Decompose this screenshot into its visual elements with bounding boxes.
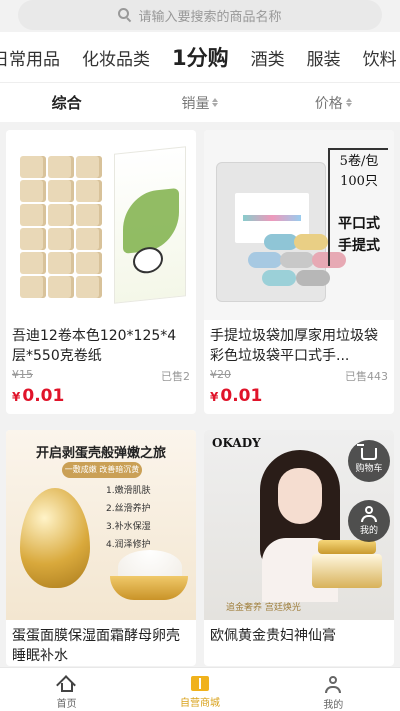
- image-slogan: 追金奢养 宫廷焕光: [226, 603, 301, 613]
- toilet-paper-image: [6, 130, 196, 320]
- search-placeholder: 请输入要搜索的商品名称: [138, 9, 282, 25]
- profile-icon: [324, 676, 342, 693]
- sort-default-label: 综合: [51, 94, 82, 112]
- tab-home-label: 首页: [56, 699, 77, 710]
- search-icon: [118, 8, 132, 23]
- tab-me[interactable]: 我的: [267, 668, 400, 711]
- tab-drinks[interactable]: 饮料: [363, 45, 397, 70]
- tab-cosmetics[interactable]: 化妆品类: [82, 45, 150, 70]
- product-grid: 吾迪12卷本色120*125*4层*550克卷纸 ¥15 已售2 ¥0.01 5…: [0, 122, 400, 667]
- tab-store[interactable]: 自营商城: [133, 668, 266, 711]
- product-name: 手提垃圾袋加厚家用垃圾袋彩色垃圾袋平口式手...: [210, 328, 378, 364]
- tab-liquor[interactable]: 酒类: [251, 45, 285, 70]
- home-icon: [55, 675, 76, 695]
- cart-float-button[interactable]: 购物车: [348, 440, 390, 482]
- sort-default[interactable]: 综合: [0, 92, 133, 113]
- tab-one-cent[interactable]: 1分购: [172, 42, 229, 72]
- garbage-bag-image: 5卷/包 100只 平口式 手提式: [204, 130, 394, 320]
- sort-sales[interactable]: 销量: [133, 93, 266, 113]
- category-tabs: 日常用品 化妆品类 1分购 酒类 服装 饮料: [0, 32, 400, 82]
- price-value: 0.01: [22, 386, 65, 406]
- tab-home[interactable]: 首页: [0, 668, 133, 711]
- product-name: 欧佩黄金贵妇神仙膏: [210, 628, 336, 644]
- image-subline: 一敷成嫩 改善暗沉黄: [62, 462, 142, 478]
- sold-count: 已售443: [345, 370, 388, 383]
- sale-price: ¥0.01: [6, 384, 196, 414]
- sort-bar: 综合 销量 价格: [0, 82, 400, 122]
- original-price: ¥20: [210, 368, 231, 381]
- benefit-item: 2.丝滑养护: [106, 504, 151, 514]
- me-label: 我的: [359, 526, 378, 536]
- benefit-item: 1.嫩滑肌肤: [106, 486, 151, 496]
- currency-symbol: ¥: [12, 390, 21, 404]
- benefit-list: 1.嫩滑肌肤 2.丝滑养护 3.补水保湿 4.润泽修护: [106, 482, 151, 554]
- tab-store-label: 自营商城: [179, 698, 220, 709]
- product-card[interactable]: 吾迪12卷本色120*125*4层*550克卷纸 ¥15 已售2 ¥0.01: [6, 130, 196, 414]
- product-name: 蛋蛋面膜保湿面霜酵母卵壳睡眠补水: [12, 628, 180, 664]
- bottom-tab-bar: 首页 自营商城 我的: [0, 667, 400, 711]
- tab-clothing[interactable]: 服装: [307, 45, 341, 70]
- original-price: ¥15: [12, 368, 33, 381]
- image-caption: 100只: [340, 174, 378, 189]
- sort-sales-label: 销量: [181, 95, 210, 112]
- cart-label: 购物车: [355, 464, 383, 474]
- user-icon: [360, 506, 378, 522]
- search-input[interactable]: 请输入要搜索的商品名称: [18, 0, 382, 30]
- image-caption: 手提式: [338, 238, 380, 254]
- price-value: 0.01: [220, 386, 263, 406]
- store-icon: [190, 676, 209, 691]
- image-caption: 5卷/包: [339, 154, 379, 169]
- product-name: 吾迪12卷本色120*125*4层*550克卷纸: [12, 328, 177, 364]
- sort-price[interactable]: 价格: [267, 93, 400, 113]
- cart-icon: [357, 444, 377, 460]
- sale-price: ¥0.01: [204, 384, 394, 414]
- currency-symbol: ¥: [210, 390, 219, 404]
- me-float-button[interactable]: 我的: [348, 500, 390, 542]
- product-card[interactable]: 开启剥蛋壳般弹嫩之旅 一敷成嫩 改善暗沉黄 1.嫩滑肌肤 2.丝滑养护 3.补水…: [6, 430, 196, 666]
- sort-price-label: 价格: [314, 95, 343, 112]
- sort-arrows-icon: [345, 98, 352, 107]
- tab-me-label: 我的: [323, 700, 344, 711]
- search-area: 请输入要搜索的商品名称: [0, 0, 400, 32]
- product-card[interactable]: 5卷/包 100只 平口式 手提式 手提垃圾袋加厚家用垃圾袋彩色垃圾袋平口式手.…: [204, 130, 394, 414]
- egg-mask-image: 开启剥蛋壳般弹嫩之旅 一敷成嫩 改善暗沉黄 1.嫩滑肌肤 2.丝滑养护 3.补水…: [6, 430, 196, 620]
- tab-daily-goods[interactable]: 日常用品: [0, 45, 60, 70]
- image-headline: 开启剥蛋壳般弹嫩之旅: [35, 446, 166, 461]
- sort-arrows-icon: [212, 98, 219, 107]
- image-caption: 平口式: [338, 216, 380, 232]
- sold-count: 已售2: [161, 370, 190, 383]
- brand-logo: OKADY: [212, 436, 261, 450]
- benefit-item: 3.补水保湿: [106, 522, 151, 532]
